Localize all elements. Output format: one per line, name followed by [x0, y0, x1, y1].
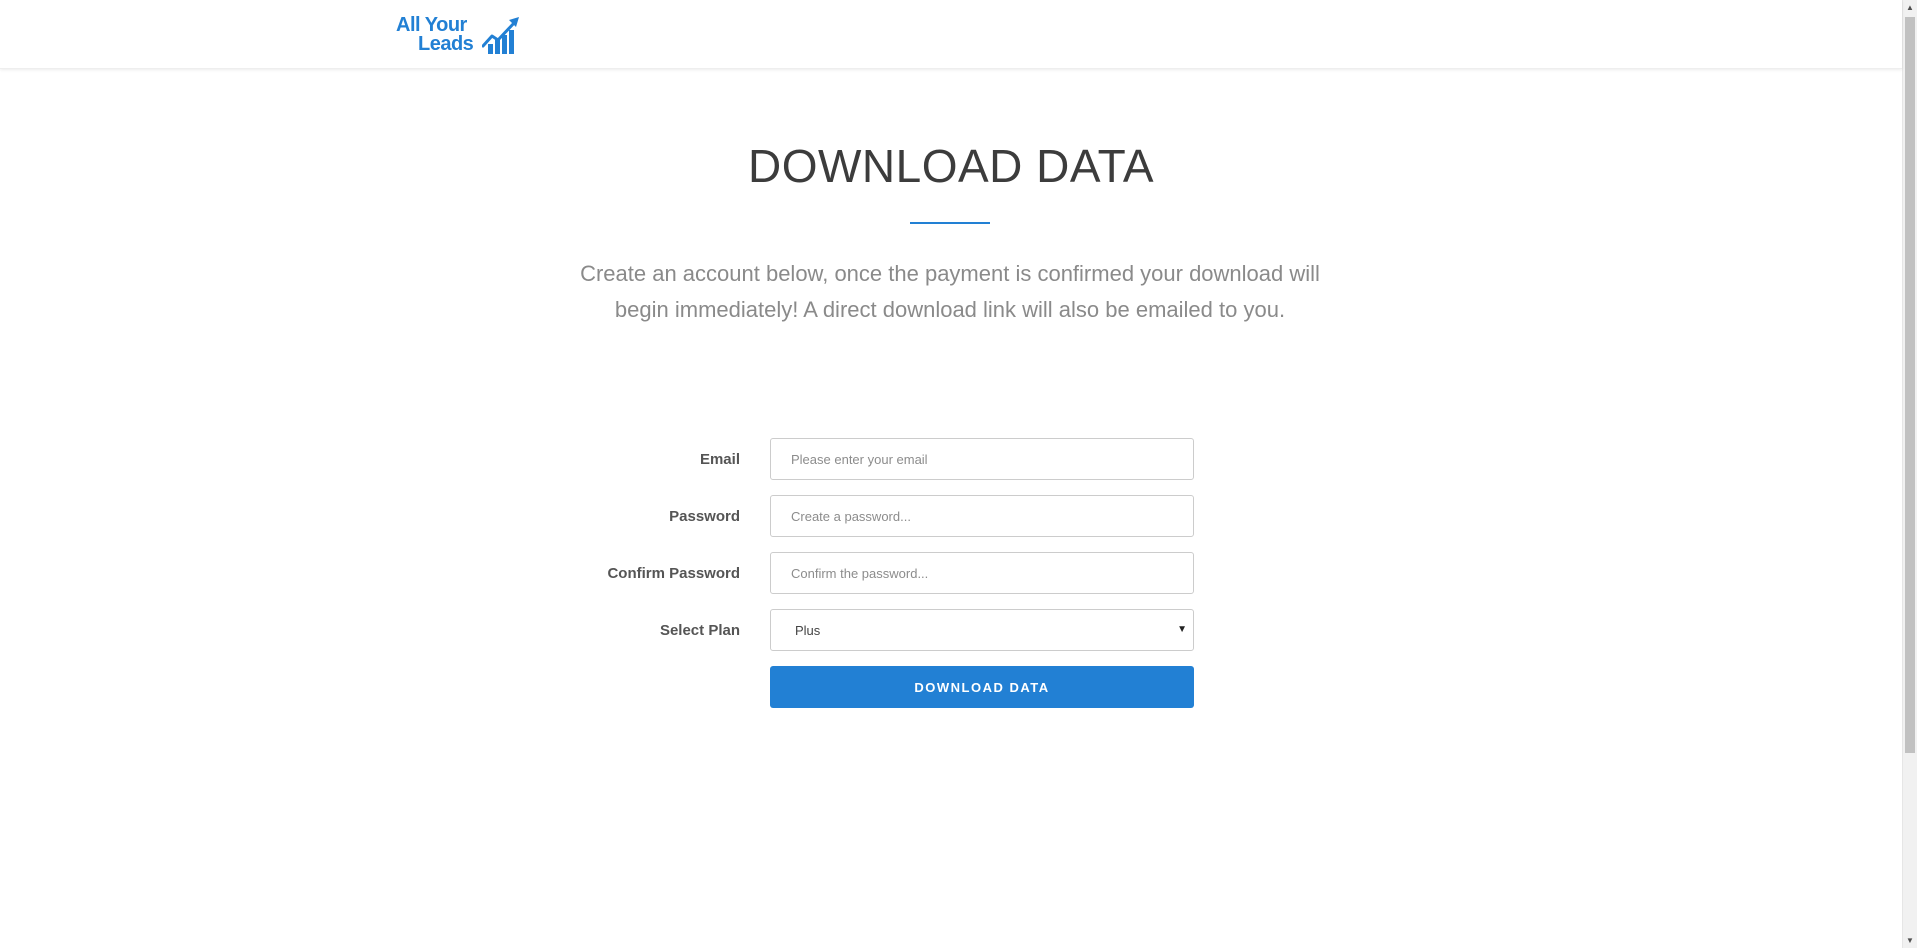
scrollbar-thumb[interactable]: [1905, 17, 1915, 753]
scroll-up-arrow-icon[interactable]: ▲: [1903, 0, 1917, 15]
page-scrollbar[interactable]: ▲ ▼: [1902, 0, 1917, 948]
logo-text-line1: All Your: [396, 14, 467, 36]
title-divider: [910, 222, 990, 224]
select-plan-label: Select Plan: [659, 622, 740, 639]
rising-bar-chart-arrow-icon: [482, 17, 519, 54]
email-row: Email: [500, 438, 1195, 482]
password-field[interactable]: [770, 495, 1194, 537]
page-title: DOWNLOAD DATA: [747, 140, 1155, 192]
plan-select-value: Plus: [795, 623, 821, 638]
page-subtitle: Create an account below, once the paymen…: [580, 261, 1320, 322]
page: All Your Leads DOWNLOAD DATA Create an a…: [0, 0, 1917, 948]
site-header: All Your Leads: [0, 0, 1902, 69]
email-label: Email: [699, 451, 740, 468]
password-label: Password: [669, 508, 740, 525]
email-field[interactable]: [770, 438, 1194, 480]
confirm-password-field[interactable]: [770, 552, 1194, 594]
plan-select[interactable]: Plus ▼: [770, 609, 1194, 651]
site-logo[interactable]: All Your Leads: [396, 14, 524, 56]
select-plan-row: Select Plan Plus ▼: [500, 609, 1195, 653]
download-data-button[interactable]: DOWNLOAD DATA: [770, 666, 1194, 708]
scroll-down-arrow-icon[interactable]: ▼: [1903, 933, 1917, 948]
confirm-password-label: Confirm Password: [607, 565, 740, 582]
confirm-password-row: Confirm Password: [500, 552, 1195, 596]
password-row: Password: [500, 495, 1195, 539]
logo-text-line2: Leads: [418, 33, 474, 55]
caret-down-icon: ▼: [1177, 624, 1187, 635]
